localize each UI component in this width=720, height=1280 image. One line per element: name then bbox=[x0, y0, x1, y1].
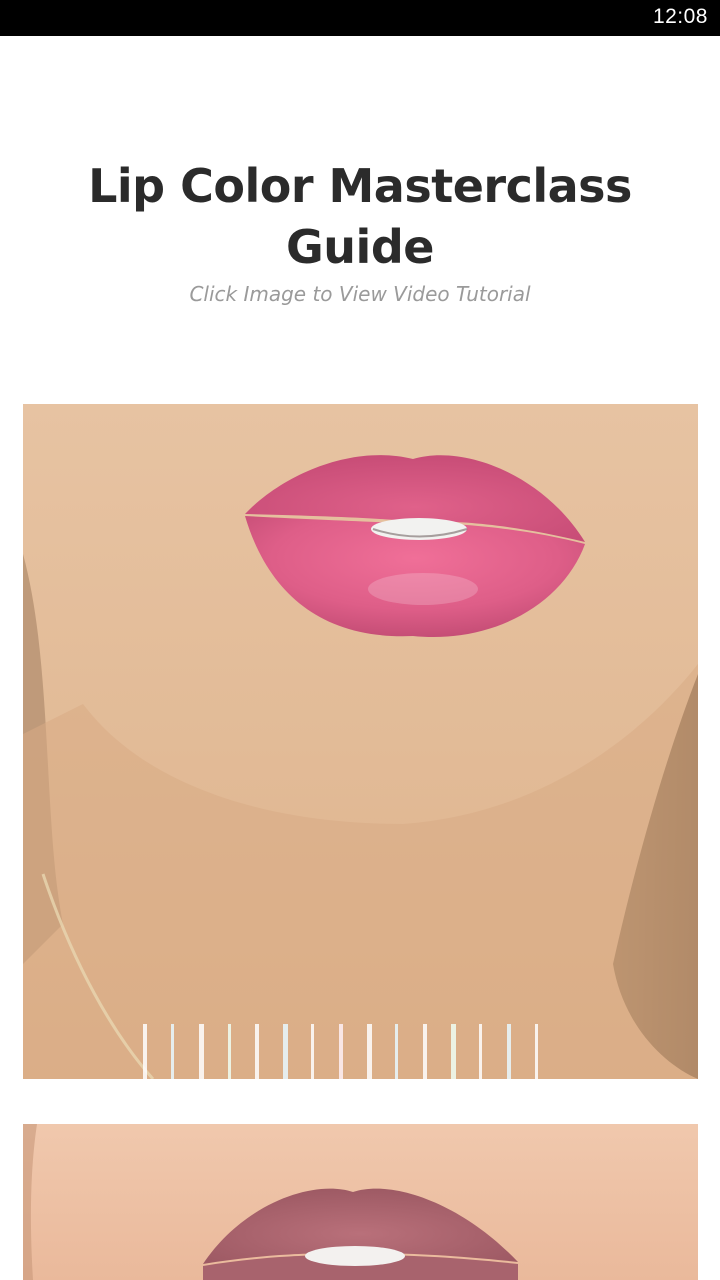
lip-closeup-mauve-photo bbox=[23, 1124, 698, 1280]
lip-closeup-pink-photo bbox=[23, 404, 698, 1079]
page-title: Lip Color Masterclass Guide bbox=[88, 159, 632, 274]
status-bar: 12:08 bbox=[0, 0, 720, 36]
tutorial-thumbnail-1[interactable] bbox=[23, 404, 698, 1079]
page-subtitle: Click Image to View Video Tutorial bbox=[189, 282, 531, 306]
page-header: Lip Color Masterclass Guide Click Image … bbox=[0, 36, 720, 366]
status-time: 12:08 bbox=[652, 5, 708, 28]
tutorial-thumbnail-2[interactable] bbox=[23, 1124, 698, 1280]
